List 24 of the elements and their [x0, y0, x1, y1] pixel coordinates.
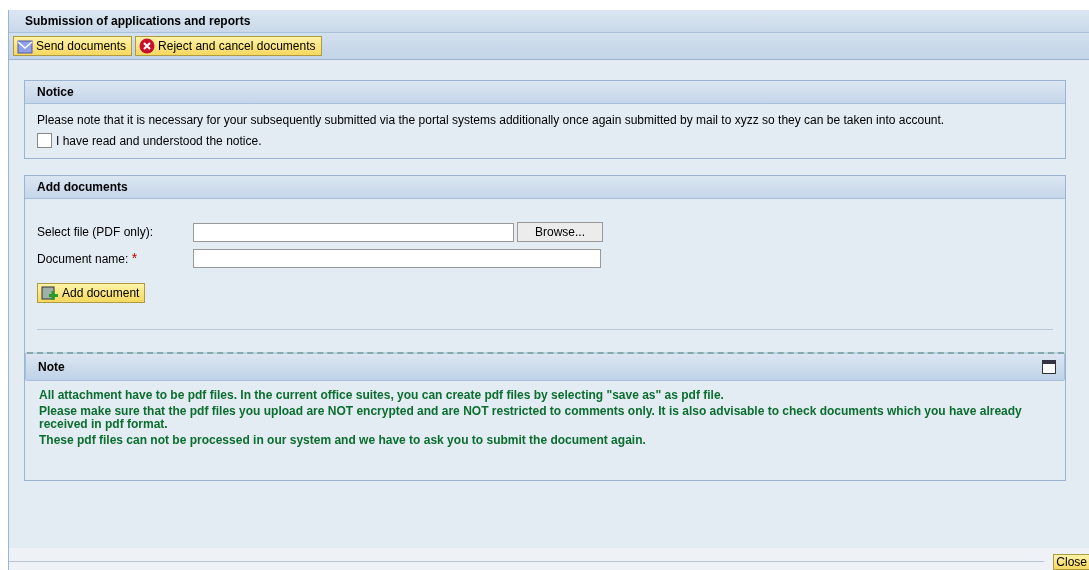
cancel-icon [139, 38, 156, 54]
browse-button[interactable]: Browse... [517, 222, 603, 242]
required-mark: * [131, 250, 138, 266]
note-text: These pdf files can not be processed in our system and we have to ask you to submit the document again. [38, 434, 647, 449]
checkbox-label: I have read and understood the notice. [56, 133, 262, 148]
note-text: Please make sure that the pdf files you upload are NOT encrypted and are NOT restricted to comments only. It is also advisable to check documents which you have already received in pdf format. [38, 405, 1023, 433]
checkbox[interactable] [37, 133, 52, 148]
field-label: Document name: [37, 252, 129, 266]
panel-title: Add documents [25, 176, 1065, 199]
document-name-field[interactable] [193, 248, 601, 268]
collapse-icon[interactable] [1042, 360, 1056, 374]
file-input-field[interactable] [193, 222, 514, 242]
envelope-icon [17, 38, 33, 54]
panel-title: Notice [25, 81, 1065, 104]
notice-text: Please note that it is necessary for your subsequently submitted via the portal systems additionally once again submitted by mail to xyzz so they can be taken into account. [37, 112, 946, 128]
add-document-button[interactable]: Add document [37, 283, 146, 303]
window-title: Submission of applications and reports [9, 10, 1089, 33]
close-button[interactable]: Close [1053, 554, 1089, 570]
note-text: All attachment have to be pdf files. In the current office suites, you can create pdf files by selecting "save as" as pdf file. [38, 389, 725, 404]
add-document-icon [41, 285, 59, 301]
reject-button[interactable]: Reject and cancel documents [135, 36, 322, 56]
field-label: Select file (PDF only): [37, 225, 155, 239]
send-button[interactable]: Send documents [13, 36, 133, 56]
panel-title: Note [38, 360, 65, 374]
